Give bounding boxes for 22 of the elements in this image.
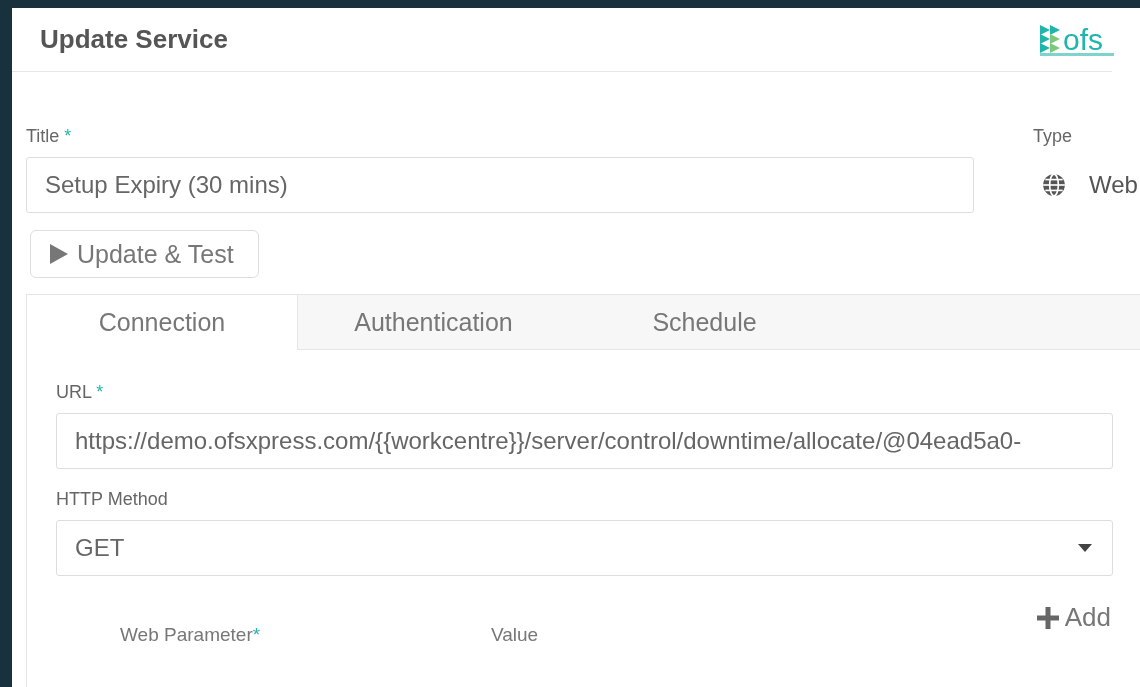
field-label: URL *: [56, 382, 105, 403]
column-header: Value: [491, 624, 539, 646]
triangle-icon: [1040, 25, 1062, 53]
globe-icon: [1041, 172, 1067, 198]
logo: ofs: [1040, 25, 1114, 56]
url-input[interactable]: https://demo.ofsxpress.com/{{workcentre}}/server/control/downtime/allocate/@04ead5a0-: [56, 413, 1113, 469]
page-title: Update Service: [40, 24, 228, 55]
field-label: HTTP Method: [56, 489, 169, 510]
update-test-button[interactable]: Update & Test: [30, 230, 259, 278]
column-header: Web Parameter*: [120, 624, 262, 646]
plus-icon: [1036, 606, 1059, 629]
tab[interactable]: Schedule: [569, 295, 840, 349]
tab[interactable]: Authentication: [298, 295, 569, 349]
field-label: Title *: [26, 126, 73, 147]
method-select[interactable]: GET: [56, 520, 1113, 576]
field-label: Type: [1033, 126, 1074, 147]
title-input[interactable]: Setup Expiry (30 mins): [26, 157, 974, 213]
type-value: Web: [1089, 171, 1138, 199]
caret-icon: [1078, 544, 1092, 552]
play-icon: [49, 243, 69, 265]
add-button[interactable]: Add: [1036, 602, 1111, 633]
tab[interactable]: Connection: [27, 295, 298, 350]
